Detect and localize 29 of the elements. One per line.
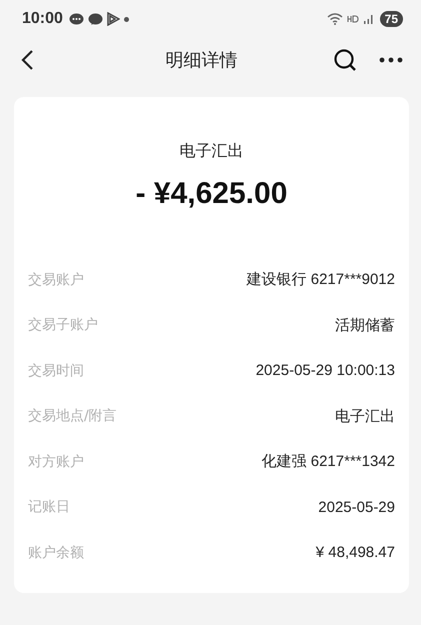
field-value: 活期储蓄 (335, 316, 395, 335)
field-value: 化建强 6217***1342 (262, 452, 395, 472)
wifi-icon (326, 13, 343, 25)
status-time: 10:00 (22, 10, 63, 28)
field-value: 2025-05-29 (318, 498, 395, 516)
page-title: 明细详情 (164, 49, 238, 72)
field-label: 账户余额 (28, 544, 84, 562)
field-value: 建设银行 6217***9012 (246, 270, 395, 290)
back-icon (20, 49, 34, 71)
field-value: 电子汇出 (335, 406, 395, 426)
play-icon (106, 12, 120, 26)
field-value: 2025-05-29 10:00:13 (256, 362, 395, 380)
field-label: 交易地点/附言 (28, 407, 117, 426)
message-icon (88, 12, 103, 26)
signal-icon (362, 13, 375, 25)
field-label: 交易账户 (28, 270, 84, 289)
more-icon (379, 57, 403, 63)
transaction-type: 电子汇出 (178, 141, 244, 162)
chat-icon (68, 12, 84, 26)
field-label: 对方账户 (28, 452, 84, 471)
hd-icon (346, 15, 359, 23)
battery-level: 75 (380, 11, 403, 27)
amount: - ¥4,625.00 (134, 177, 288, 211)
field-label: 记账日 (28, 498, 70, 516)
field-label: 交易时间 (28, 362, 84, 380)
dot-icon (124, 16, 129, 22)
search-icon (333, 48, 357, 72)
field-label: 交易子账户 (28, 316, 98, 334)
field-value: ¥ 48,498.47 (316, 544, 395, 562)
